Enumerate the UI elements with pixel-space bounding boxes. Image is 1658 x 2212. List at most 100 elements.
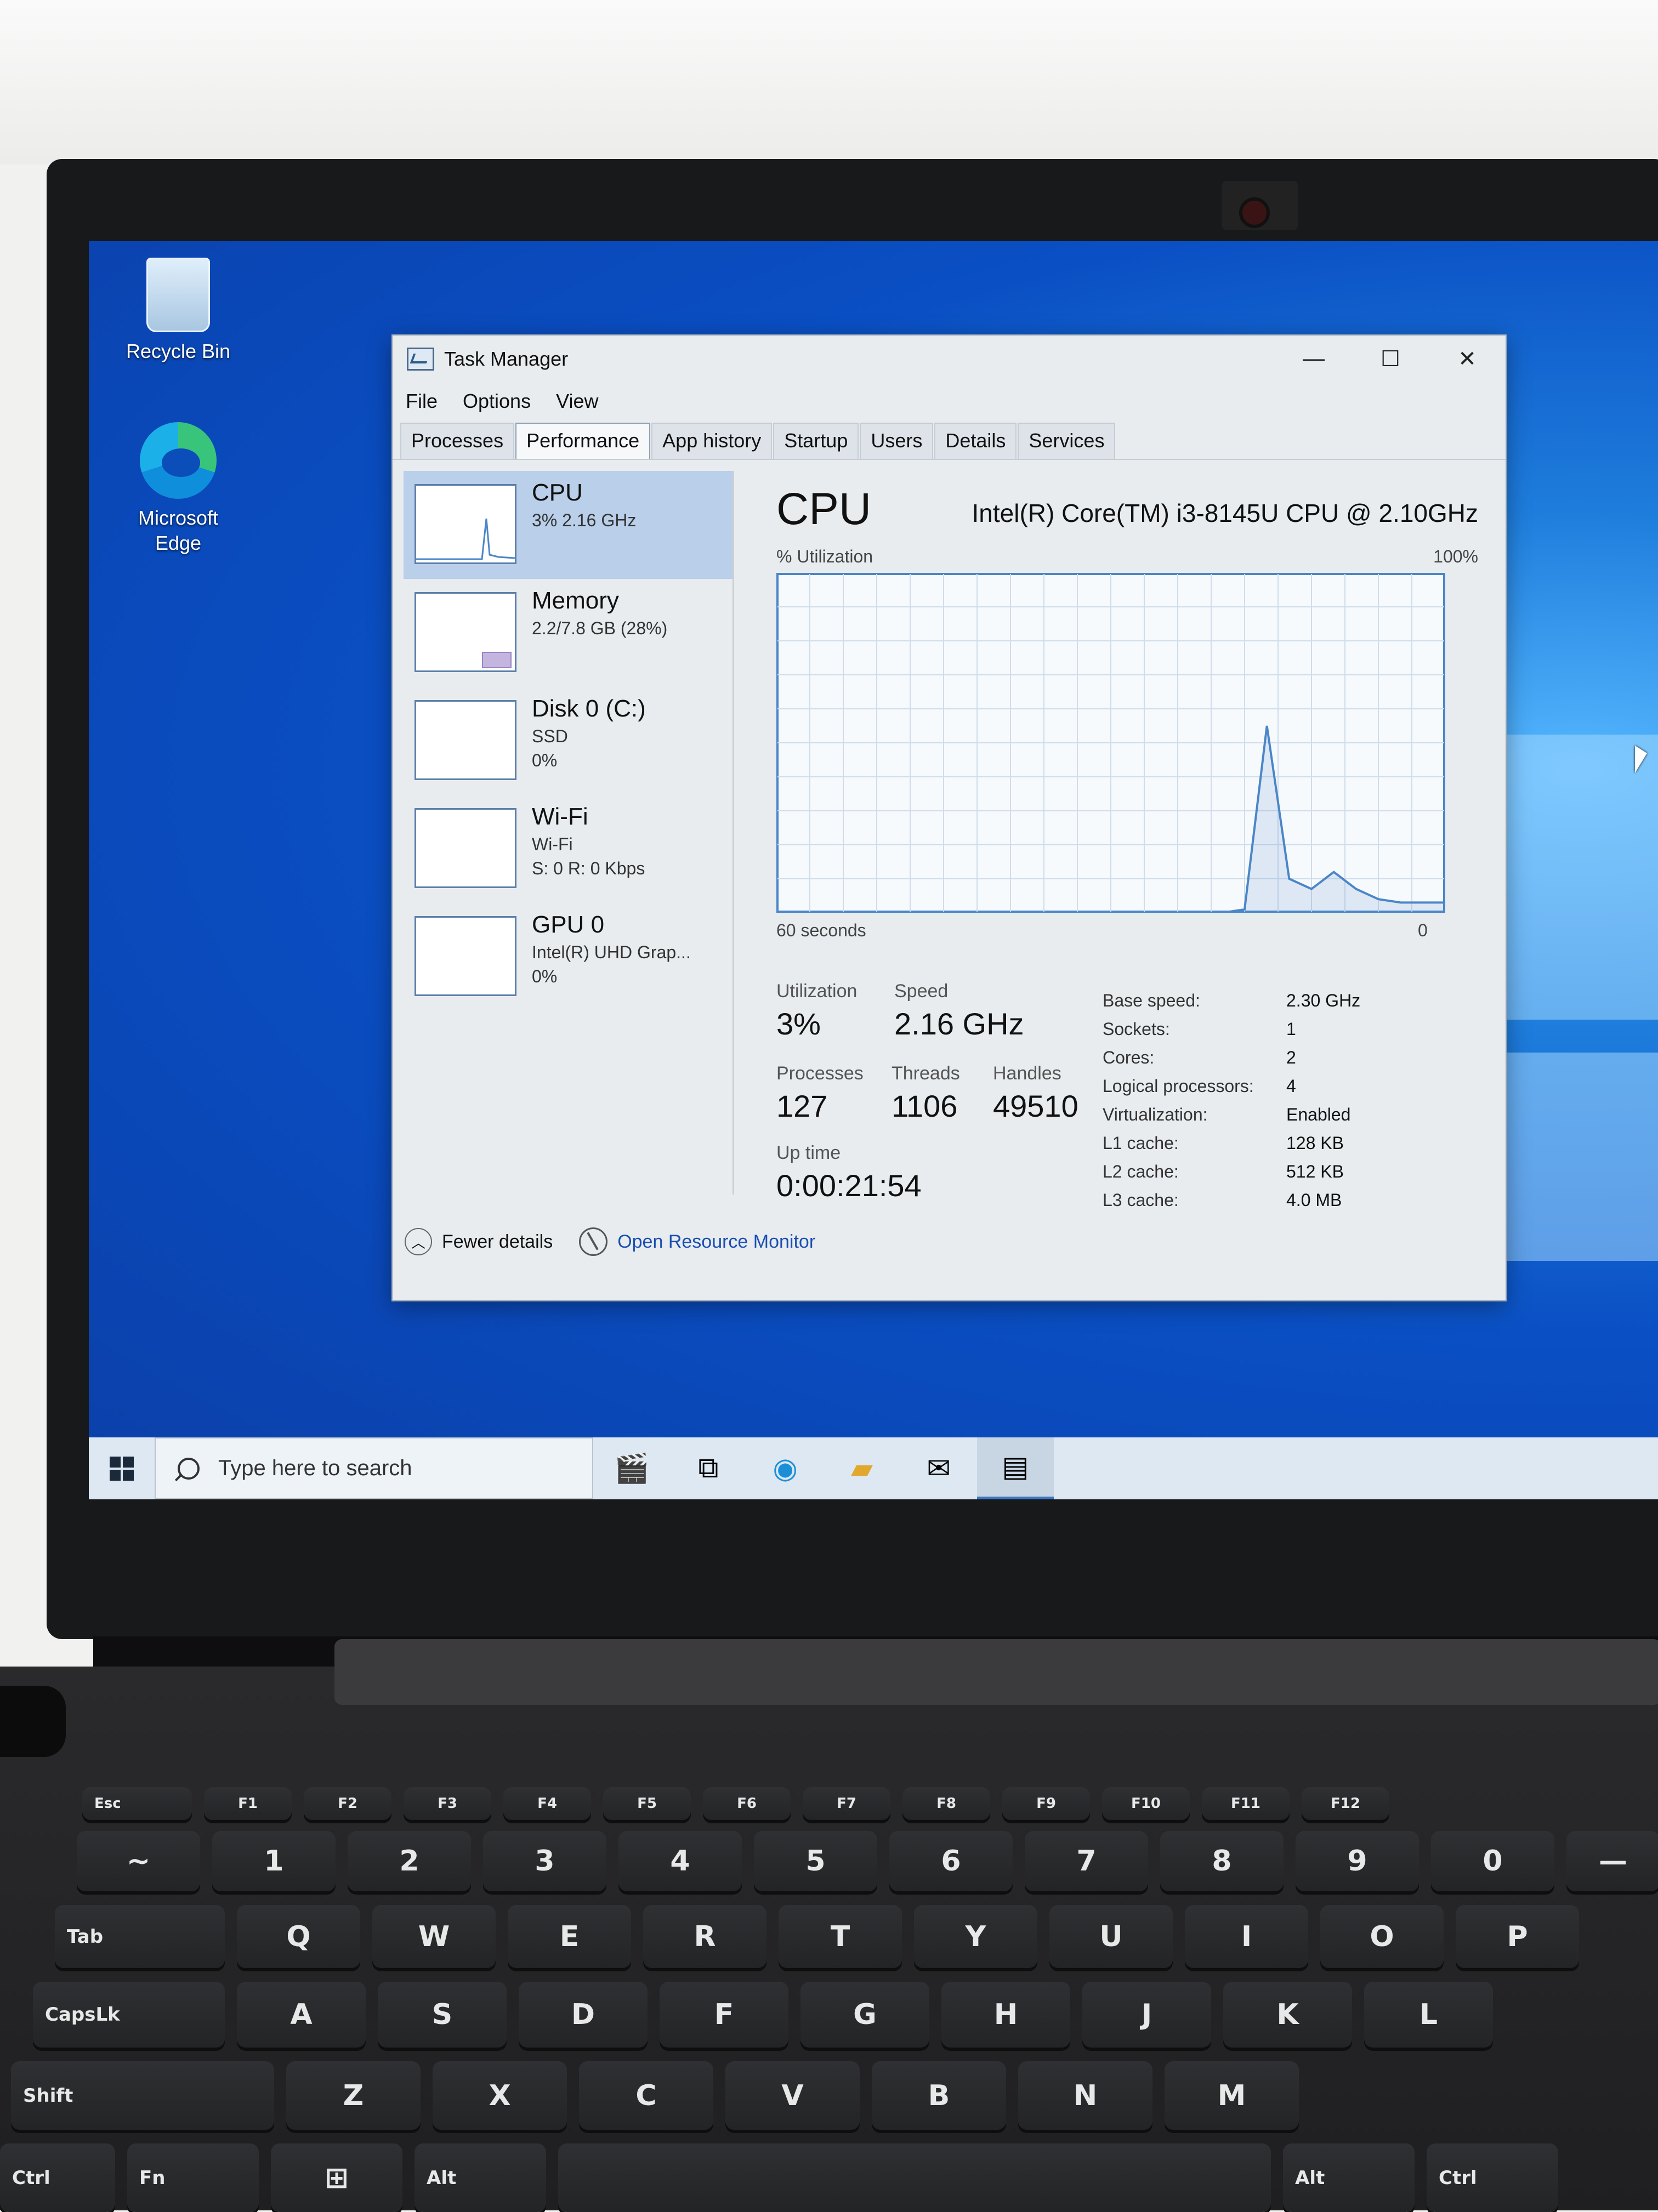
tab-performance[interactable]: Performance: [515, 423, 651, 459]
menu-options[interactable]: Options: [463, 390, 531, 413]
key[interactable]: J: [1082, 1982, 1211, 2048]
desktop-icon-recycle-bin[interactable]: Recycle Bin: [115, 258, 241, 364]
maximize-button[interactable]: ☐: [1352, 336, 1429, 382]
key[interactable]: Q: [237, 1905, 360, 1968]
key[interactable]: 1: [212, 1831, 336, 1891]
key[interactable]: S: [378, 1982, 507, 2048]
key[interactable]: F1: [204, 1787, 292, 1820]
task-view-icon[interactable]: ⧉: [670, 1437, 747, 1499]
key[interactable]: F: [660, 1982, 788, 2048]
key[interactable]: F2: [304, 1787, 391, 1820]
key[interactable]: F12: [1302, 1787, 1389, 1820]
key[interactable]: C: [579, 2061, 713, 2130]
desktop-icon-edge[interactable]: Microsoft Edge: [115, 422, 241, 556]
key[interactable]: Alt: [1283, 2143, 1415, 2212]
key[interactable]: Y: [914, 1905, 1037, 1968]
spec-value: 2: [1286, 1047, 1296, 1067]
edge-icon[interactable]: ◉: [747, 1437, 824, 1499]
key[interactable]: F3: [404, 1787, 491, 1820]
tab-processes[interactable]: Processes: [400, 423, 515, 459]
key[interactable]: X: [433, 2061, 567, 2130]
title-bar[interactable]: Task Manager — ☐ ✕: [393, 336, 1506, 382]
close-button[interactable]: ✕: [1429, 336, 1506, 382]
search-box[interactable]: Type here to search: [155, 1437, 593, 1499]
key[interactable]: N: [1018, 2061, 1152, 2130]
windows-key-icon[interactable]: ⊞: [271, 2143, 402, 2212]
key[interactable]: G: [800, 1982, 929, 2048]
key[interactable]: Fn: [127, 2143, 259, 2212]
recycle-bin-icon: [146, 258, 210, 332]
key[interactable]: I: [1185, 1905, 1308, 1968]
key[interactable]: 0: [1431, 1831, 1554, 1891]
tab-app-history[interactable]: App history: [651, 423, 773, 459]
key[interactable]: 7: [1025, 1831, 1148, 1891]
key[interactable]: 9: [1296, 1831, 1419, 1891]
key[interactable]: 6: [889, 1831, 1013, 1891]
tab-startup[interactable]: Startup: [773, 423, 859, 459]
key[interactable]: —: [1566, 1831, 1658, 1891]
key[interactable]: D: [519, 1982, 648, 2048]
key[interactable]: R: [643, 1905, 766, 1968]
tab-users[interactable]: Users: [860, 423, 934, 459]
key[interactable]: E: [508, 1905, 631, 1968]
key[interactable]: Alt: [414, 2143, 546, 2212]
key[interactable]: Ctrl: [1427, 2143, 1558, 2212]
key[interactable]: 3: [483, 1831, 606, 1891]
key[interactable]: T: [779, 1905, 902, 1968]
wallpaper-light: [1492, 735, 1658, 1020]
mail-icon[interactable]: ✉: [900, 1437, 977, 1499]
key[interactable]: K: [1223, 1982, 1352, 2048]
key[interactable]: O: [1320, 1905, 1444, 1968]
resource-item-memory[interactable]: Memory 2.2/7.8 GB (28%): [404, 579, 733, 687]
spec-key: Sockets:: [1103, 1019, 1170, 1039]
key[interactable]: 2: [348, 1831, 471, 1891]
fewer-details-link[interactable]: Fewer details: [442, 1231, 553, 1253]
tab-details[interactable]: Details: [934, 423, 1017, 459]
chevron-up-icon[interactable]: ︿: [405, 1228, 432, 1255]
key[interactable]: U: [1049, 1905, 1173, 1968]
key[interactable]: Shift: [11, 2061, 274, 2130]
key[interactable]: W: [372, 1905, 496, 1968]
key[interactable]: Z: [286, 2061, 421, 2130]
news-widget-icon[interactable]: 🎬: [593, 1437, 670, 1499]
key[interactable]: 5: [754, 1831, 877, 1891]
menu-view[interactable]: View: [556, 390, 598, 413]
key[interactable]: ~: [77, 1831, 200, 1891]
key[interactable]: L: [1364, 1982, 1493, 2048]
task-manager-icon[interactable]: ▤: [977, 1437, 1054, 1499]
key[interactable]: F4: [503, 1787, 591, 1820]
menu-file[interactable]: File: [406, 390, 438, 413]
key[interactable]: P: [1456, 1905, 1579, 1968]
key[interactable]: Esc: [82, 1787, 192, 1820]
resource-item-cpu[interactable]: CPU 3% 2.16 GHz: [404, 471, 733, 579]
key[interactable]: B: [872, 2061, 1006, 2130]
key[interactable]: 4: [618, 1831, 742, 1891]
key[interactable]: F6: [703, 1787, 791, 1820]
stat-label: Processes: [776, 1063, 864, 1084]
key[interactable]: F11: [1202, 1787, 1290, 1820]
key[interactable]: V: [725, 2061, 860, 2130]
key[interactable]: A: [237, 1982, 366, 2048]
key[interactable]: F5: [603, 1787, 691, 1820]
key[interactable]: M: [1165, 2061, 1299, 2130]
key[interactable]: Tab: [55, 1905, 225, 1968]
key[interactable]: F8: [902, 1787, 990, 1820]
file-explorer-icon[interactable]: ▰: [824, 1437, 900, 1499]
windows-start-icon[interactable]: [89, 1437, 155, 1499]
spec-value: 4.0 MB: [1286, 1190, 1342, 1210]
key[interactable]: CapsLk: [33, 1982, 225, 2048]
spacebar[interactable]: [558, 2143, 1271, 2212]
open-resource-monitor-link[interactable]: Open Resource Monitor: [617, 1231, 815, 1253]
key[interactable]: Ctrl: [0, 2143, 115, 2212]
resource-item-gpu[interactable]: GPU 0 Intel(R) UHD Grap... 0%: [404, 903, 733, 1011]
key[interactable]: F9: [1002, 1787, 1090, 1820]
tab-services[interactable]: Services: [1018, 423, 1116, 459]
desktop-screen: Recycle Bin Microsoft Edge Task Manager …: [89, 241, 1658, 1499]
key[interactable]: 8: [1160, 1831, 1284, 1891]
minimize-button[interactable]: —: [1275, 336, 1352, 382]
key[interactable]: H: [941, 1982, 1070, 2048]
resource-item-wifi[interactable]: Wi-Fi Wi-Fi S: 0 R: 0 Kbps: [404, 795, 733, 903]
key[interactable]: F10: [1102, 1787, 1190, 1820]
resource-item-disk[interactable]: Disk 0 (C:) SSD 0%: [404, 687, 733, 795]
key[interactable]: F7: [803, 1787, 890, 1820]
